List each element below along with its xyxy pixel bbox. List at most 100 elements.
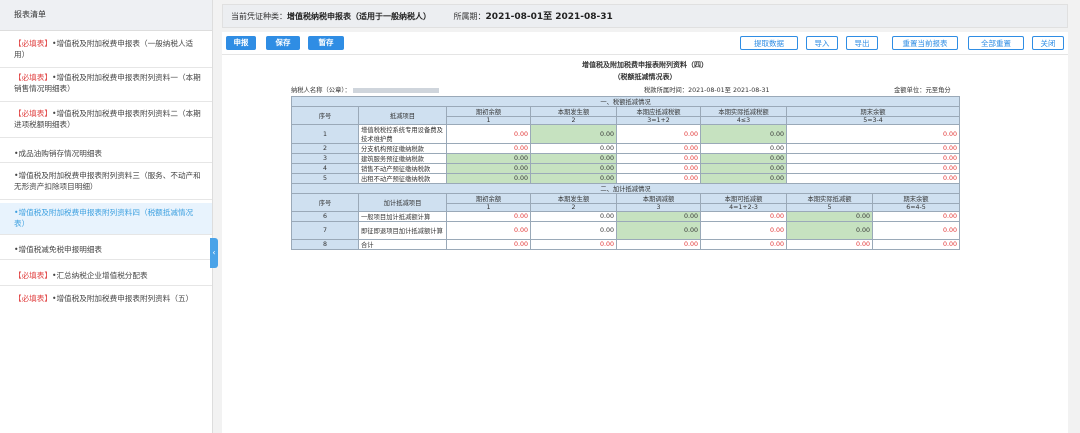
sidebar-item-schedule-5[interactable]: 【必填表】•增值税及附加税费申报表附列资料（五） [0,293,212,323]
sidebar-title: 报表清单 [0,0,212,31]
sidebar-item-label: •增值税及附加税费申报表附列资料（五） [51,294,194,303]
col-seq: 序号 [291,193,359,212]
current-amount-cell[interactable]: 0.00 [530,221,617,240]
row-name: 建筑服务预征缴纳税款 [358,153,447,164]
opening-balance-cell[interactable]: 0.00 [446,153,531,164]
current-amount-cell[interactable]: 0.00 [530,143,617,154]
export-button[interactable]: 导出 [846,36,878,50]
opening-balance-cell[interactable]: 0.00 [446,211,531,222]
table-row: 6 一般项目加计抵减额计算 0.00 0.00 0.00 0.00 0.00 0… [291,211,960,222]
tax-period-label: 税款所属时间： [644,87,689,94]
code: 1 [446,203,531,212]
deduction-table: 一、税额抵减情况 序号 抵减项目 期初余额 本期发生额 本期应抵减税额 本期实际… [291,96,960,250]
declare-button[interactable]: 申报 [226,36,256,50]
payable-cell: 0.00 [616,173,701,184]
toolbar-divider [222,54,1068,55]
sidebar-item-oil-inventory[interactable]: •成品油购销存情况明细表 [0,145,212,163]
current-amount-cell[interactable]: 0.00 [530,211,617,222]
tax-period-value: 2021-08-01至 2021-08-31 [688,87,770,94]
code: 3=1+2 [616,116,701,125]
report-panel: 申报 保存 暂存 提取数据 导入 导出 重置当前报表 全部重置 关闭 增值税及附… [222,32,1068,433]
voucher-type-label: 当前凭证种类： [231,12,287,21]
code: 1 [446,116,531,125]
sidebar-item-label: •增值税及附加税费申报表附列资料四（税额抵减情况表） [14,208,194,228]
sidebar-item-schedule-4[interactable]: •增值税及附加税费申报表附列资料四（税额抵减情况表） [0,203,212,235]
actual-deduct-cell[interactable]: 0.00 [700,143,787,154]
reset-current-button[interactable]: 重置当前报表 [892,36,958,50]
collapse-sidebar-handle[interactable]: ‹ [210,238,218,268]
actual-deduct-cell[interactable]: 0.00 [700,153,787,164]
report-list-sidebar: 报表清单 【必填表】•增值税及附加税费申报表（一般纳税人适用） 【必填表】•增值… [0,0,213,433]
current-amount-cell[interactable]: 0.00 [530,153,617,164]
row-name: 即征即退项目加计抵减额计算 [358,221,447,240]
opening-balance-cell[interactable]: 0.00 [446,173,531,184]
current-amount-cell[interactable]: 0.00 [530,124,617,144]
row-seq: 3 [291,153,359,164]
fetch-data-button[interactable]: 提取数据 [740,36,798,50]
reduction-cell: 0.00 [616,239,701,250]
closing-balance-cell: 0.00 [786,124,960,144]
report-subtitle: （税额抵减情况表） [613,73,677,81]
col-actual: 本期实际抵减额 [786,193,873,204]
row-name: 一般项目加计抵减额计算 [358,211,447,222]
current-amount-cell[interactable]: 0.00 [530,163,617,174]
closing-balance-cell: 0.00 [872,211,960,222]
actual-deduct-cell[interactable]: 0.00 [786,211,873,222]
stage-button[interactable]: 暂存 [308,36,344,50]
row-seq: 5 [291,173,359,184]
row-seq: 6 [291,211,359,222]
required-tag: 【必填表】 [14,73,52,82]
col-item: 加计抵减项目 [358,193,447,212]
save-button[interactable]: 保存 [266,36,300,50]
voucher-info-bar: 当前凭证种类：增值税纳税申报表（适用于一般纳税人） 所属期：2021-08-01… [222,4,1068,28]
reduction-cell[interactable]: 0.00 [616,211,701,222]
col-item: 抵减项目 [358,106,447,125]
import-button[interactable]: 导入 [806,36,838,50]
row-name: 合计 [358,239,447,250]
sidebar-item-schedule-3[interactable]: •增值税及附加税费申报表附列资料三（服务、不动产和无形资产扣除项目明细） [0,170,212,200]
col-current: 本期发生额 [530,106,617,117]
opening-balance-cell[interactable]: 0.00 [446,143,531,154]
table-row: 8 合计 0.00 0.00 0.00 0.00 0.00 0.00 [291,239,960,250]
sidebar-item-schedule-1[interactable]: 【必填表】•增值税及附加税费申报表附列资料一（本期销售情况明细表） [0,72,212,102]
taxpayer-label: 纳税人名称（公章）： [291,87,351,94]
close-button[interactable]: 关闭 [1032,36,1064,50]
current-amount-cell[interactable]: 0.00 [530,173,617,184]
closing-balance-cell: 0.00 [786,153,960,164]
required-tag: 【必填表】 [14,294,52,303]
opening-balance-cell[interactable]: 0.00 [446,221,531,240]
actual-deduct-cell[interactable]: 0.00 [700,173,787,184]
reduction-cell[interactable]: 0.00 [616,221,701,240]
opening-balance-cell[interactable]: 0.00 [446,163,531,174]
sidebar-item-main-return[interactable]: 【必填表】•增值税及附加税费申报表（一般纳税人适用） [0,38,212,68]
code: 3 [616,203,701,212]
col-current: 本期发生额 [530,193,617,204]
actual-deduct-cell[interactable]: 0.00 [700,124,787,144]
sidebar-item-tax-exemption[interactable]: •增值税减免税申报明细表 [0,240,212,260]
table-row: 5 出租不动产预征缴纳税款 0.00 0.00 0.00 0.00 0.00 [291,173,960,184]
period-label: 所属期： [453,12,486,21]
tax-period: 税款所属时间：2021-08-01至 2021-08-31 [644,85,770,94]
required-tag: 【必填表】 [14,39,52,48]
col-closing: 期末余额 [786,106,960,117]
opening-balance-cell: 0.00 [446,239,531,250]
closing-balance-cell: 0.00 [872,239,960,250]
table-row: 7 即征即退项目加计抵减额计算 0.00 0.00 0.00 0.00 0.00… [291,221,960,240]
sidebar-item-allocation[interactable]: 【必填表】•汇总纳税企业增值税分配表 [0,266,212,286]
required-tag: 【必填表】 [14,271,52,280]
actual-deduct-cell[interactable]: 0.00 [786,221,873,240]
row-name: 增值税税控系统专用设备费及技术维护费 [358,124,447,144]
currency-unit: 金额单位：元至角分 [894,87,951,94]
row-seq: 8 [291,239,359,250]
code: 2 [530,203,617,212]
code: 4=1+2-3 [700,203,787,212]
sidebar-item-schedule-2[interactable]: 【必填表】•增值税及附加税费申报表附列资料二（本期进项税额明细表） [0,108,212,138]
col-closing: 期末余额 [872,193,960,204]
sidebar-item-label: •成品油购销存情况明细表 [14,149,103,158]
col-opening: 期初余额 [446,106,531,117]
opening-balance-cell[interactable]: 0.00 [446,124,531,144]
table-row: 3 建筑服务预征缴纳税款 0.00 0.00 0.00 0.00 0.00 [291,153,960,164]
payable-cell: 0.00 [616,163,701,174]
reset-all-button[interactable]: 全部重置 [968,36,1024,50]
actual-deduct-cell[interactable]: 0.00 [700,163,787,174]
